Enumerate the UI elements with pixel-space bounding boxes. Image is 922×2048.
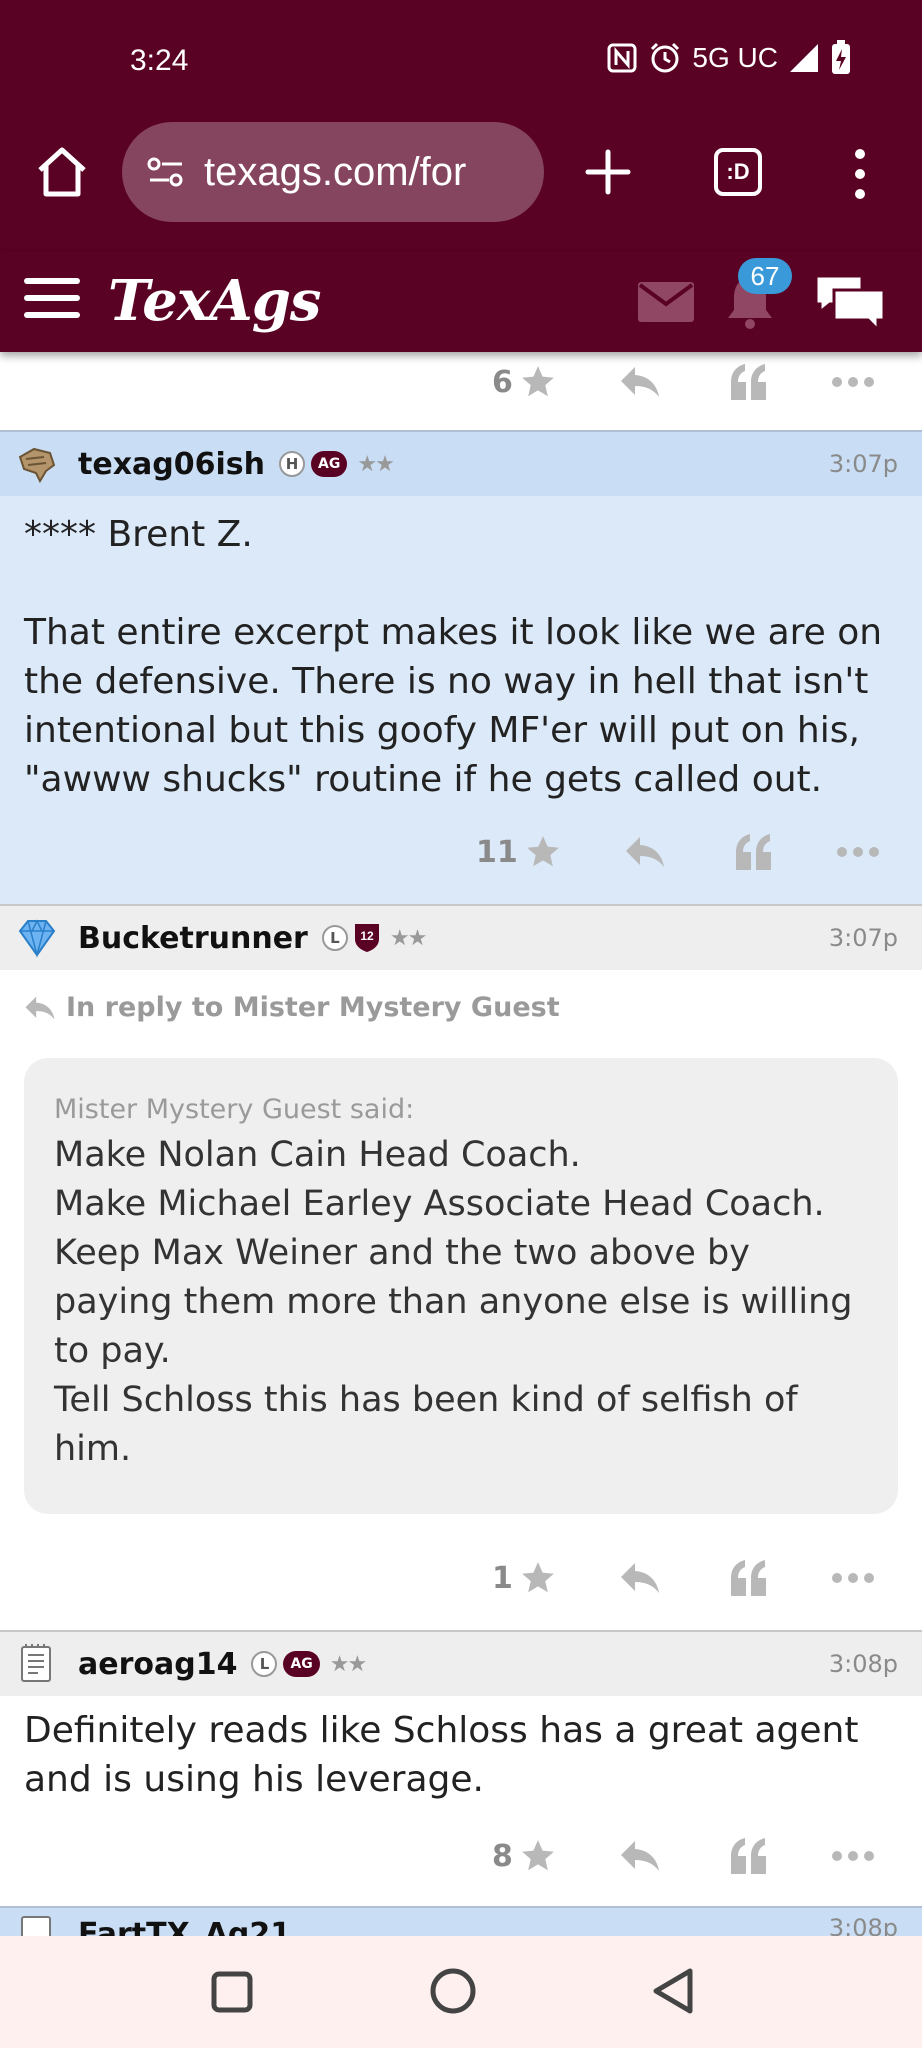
star-icon[interactable] — [519, 363, 557, 401]
post-actions: 1 — [492, 1548, 875, 1608]
status-icons: 5G UC — [606, 40, 852, 76]
url-text: texags.com/for — [204, 149, 467, 194]
post-partial-bottom: FartTX_Ag21 3:08p — [0, 1906, 922, 1936]
post-line: Definitely reads like Schloss has a grea… — [24, 1710, 859, 1800]
star-count: 11 — [476, 834, 518, 870]
badge-h: H — [279, 451, 306, 477]
post-header: texag06ish H AG ★★ 3:07p — [0, 430, 922, 496]
browser-toolbar: texags.com/for :D — [0, 122, 922, 252]
avatar[interactable] — [16, 1913, 58, 1936]
status-bar: 3:24 5G UC — [0, 0, 922, 122]
quote-icon[interactable] — [734, 834, 774, 870]
hamburger-menu-icon[interactable] — [24, 278, 80, 322]
home-circle-icon[interactable] — [428, 1966, 478, 2016]
post-line: That entire excerpt makes it look like w… — [24, 612, 883, 800]
post-partial-top: 6 — [0, 352, 922, 430]
avatar[interactable] — [16, 443, 58, 485]
star-icon[interactable] — [524, 833, 562, 871]
reply-icon[interactable] — [619, 1561, 661, 1595]
star-icon[interactable] — [519, 1559, 557, 1597]
quote-icon[interactable] — [729, 1838, 769, 1874]
more-options-icon[interactable] — [831, 1850, 875, 1862]
quote-box: Mister Mystery Guest said: Make Nolan Ca… — [24, 1058, 898, 1514]
reply-icon[interactable] — [624, 835, 666, 869]
username[interactable]: texag06ish — [78, 447, 265, 482]
reply-arrow-icon — [25, 996, 55, 1019]
post-time: 3:07p — [828, 924, 898, 952]
battery-charging-icon — [832, 40, 850, 74]
star-count: 8 — [492, 1838, 513, 1874]
quote-author: Mister Mystery Guest said: — [54, 1094, 415, 1125]
username[interactable]: aeroag14 — [78, 1647, 237, 1682]
badge-ag: AG — [283, 1651, 320, 1677]
alarm-icon — [651, 42, 680, 73]
address-bar[interactable]: texags.com/for — [122, 122, 544, 222]
tab-switcher-button[interactable]: :D — [714, 148, 762, 196]
quote-line: Tell Schloss this has been kind of selfi… — [54, 1380, 798, 1469]
quote-line: Keep Max Weiner and the two above by pay… — [54, 1233, 853, 1371]
quote-icon[interactable] — [729, 364, 769, 400]
quote-line: Make Nolan Cain Head Coach. — [54, 1135, 581, 1175]
overflow-menu-icon[interactable] — [840, 146, 880, 202]
nfc-icon — [607, 43, 637, 73]
post-actions: 11 — [476, 822, 880, 882]
post-time: 3:07p — [828, 450, 898, 478]
reply-icon[interactable] — [619, 365, 661, 399]
post-time: 3:08p — [828, 1914, 898, 1936]
star-count: 6 — [492, 364, 513, 400]
post-time: 3:08p — [828, 1650, 898, 1678]
post-body: **** Brent Z. That entire excerpt makes … — [0, 496, 922, 804]
post-header: Bucketrunner L 12 ★★ 3:07p — [0, 904, 922, 970]
post: texag06ish H AG ★★ 3:07p **** Brent Z. T… — [0, 430, 922, 904]
avatar[interactable] — [16, 917, 58, 959]
shield-number: 12 — [360, 929, 374, 943]
reply-icon[interactable] — [619, 1839, 661, 1873]
post-header: aeroag14 L AG ★★ 3:08p — [0, 1630, 922, 1696]
quote-text: Make Nolan Cain Head Coach. Make Michael… — [54, 1131, 868, 1474]
avatar[interactable] — [16, 1643, 58, 1685]
star-count: 1 — [492, 1560, 513, 1596]
chat-icon[interactable] — [812, 270, 888, 334]
home-icon[interactable] — [34, 144, 90, 200]
rank-stars: ★★ — [329, 1651, 367, 1677]
post-body: Definitely reads like Schloss has a grea… — [0, 1696, 922, 1804]
username[interactable]: Bucketrunner — [78, 921, 308, 956]
recent-apps-icon[interactable] — [208, 1968, 256, 2016]
12th-man-shield-icon: 12 — [354, 924, 379, 952]
username[interactable]: FartTX_Ag21 — [78, 1917, 291, 1937]
post-actions: 6 — [492, 352, 875, 412]
post: Bucketrunner L 12 ★★ 3:07p In reply to M… — [0, 904, 922, 1630]
reply-to-text: In reply to Mister Mystery Guest — [66, 992, 560, 1023]
more-options-icon[interactable] — [836, 846, 880, 858]
more-options-icon[interactable] — [831, 1572, 875, 1584]
mail-icon[interactable] — [638, 282, 694, 322]
site-logo[interactable]: TexAgs — [108, 268, 321, 334]
signal-icon — [790, 44, 818, 72]
rank-stars: ★★ — [357, 451, 394, 477]
quote-line: Make Michael Earley Associate Head Coach… — [54, 1184, 825, 1224]
quote-icon[interactable] — [729, 1560, 769, 1596]
post: aeroag14 L AG ★★ 3:08p Definitely reads … — [0, 1630, 922, 1906]
notification-count-badge: 67 — [738, 258, 792, 294]
network-label: 5G UC — [692, 42, 778, 73]
back-icon[interactable] — [650, 1966, 696, 2016]
badge-l: L — [251, 1651, 278, 1677]
system-navigation-bar — [0, 1936, 922, 2048]
badge-ag: AG — [311, 451, 348, 477]
rank-stars: ★★ — [389, 925, 427, 951]
more-options-icon[interactable] — [831, 376, 875, 388]
clock: 3:24 — [130, 44, 189, 77]
post-line: **** Brent Z. — [24, 514, 253, 555]
in-reply-to[interactable]: In reply to Mister Mystery Guest — [24, 992, 560, 1023]
new-tab-icon[interactable] — [578, 142, 638, 202]
star-icon[interactable] — [519, 1837, 557, 1875]
badge-l: L — [321, 925, 348, 951]
post-actions: 8 — [492, 1826, 875, 1886]
site-settings-icon[interactable] — [144, 150, 188, 194]
